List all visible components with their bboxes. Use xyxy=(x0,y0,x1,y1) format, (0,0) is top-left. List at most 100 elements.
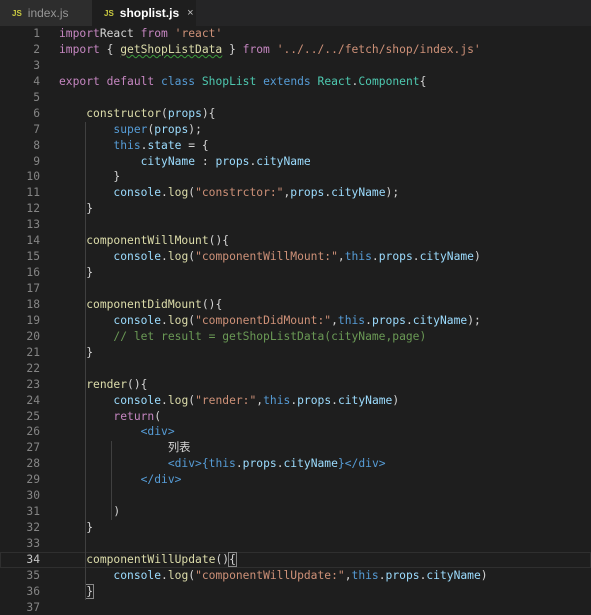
code-token: </div> xyxy=(344,457,386,471)
indent-guide xyxy=(111,440,112,521)
line-number: 35 xyxy=(26,568,40,582)
line-number: 22 xyxy=(26,361,40,375)
line-number: 10 xyxy=(26,170,40,184)
line-number: 8 xyxy=(33,138,40,152)
code-line[interactable]: 4 export default class ShopList extends R… xyxy=(0,74,591,90)
code-line[interactable]: 27 列表 xyxy=(0,440,591,456)
code-token: = { xyxy=(181,138,209,152)
code-token: ( xyxy=(154,409,162,423)
line-number: 25 xyxy=(26,409,40,423)
code-token: Component xyxy=(358,74,420,88)
code-line[interactable]: 31 ) xyxy=(0,504,591,520)
code-line[interactable]: 9 cityName : props.cityName xyxy=(0,154,591,170)
code-line[interactable]: 11 console.log("constrctor:",props.cityN… xyxy=(0,185,591,201)
code-token: . xyxy=(161,393,168,407)
code-token: } xyxy=(222,42,243,56)
close-icon[interactable]: × xyxy=(187,7,193,19)
code-line[interactable]: 14 componentWillMount(){ xyxy=(0,233,591,249)
code-line[interactable]: 26 <div> xyxy=(0,424,591,440)
line-number: 29 xyxy=(26,473,40,487)
code-token: getShopListData xyxy=(120,42,223,56)
line-text: importReact from 'react' xyxy=(59,26,222,42)
code-token: render xyxy=(86,377,128,391)
line-number: 5 xyxy=(33,90,40,104)
code-line[interactable]: 32 } xyxy=(0,520,591,536)
code-line[interactable]: 3 xyxy=(0,58,591,74)
code-token: extends xyxy=(263,74,311,88)
tab-shoplist-js[interactable]: JS shoplist.js × xyxy=(92,0,196,26)
code-line[interactable]: 5 xyxy=(0,90,591,106)
line-text: componentDidMount(){ xyxy=(59,297,222,313)
code-line[interactable]: 22 xyxy=(0,361,591,377)
code-line[interactable]: 7 super(props); xyxy=(0,122,591,138)
code-token: React xyxy=(317,74,352,88)
code-token: from xyxy=(242,42,270,56)
code-token: . xyxy=(365,313,372,327)
line-text: export default class ShopList extends Re… xyxy=(59,74,426,90)
code-token: : xyxy=(195,154,216,168)
code-token: cityName xyxy=(140,154,196,168)
code-token: ) xyxy=(473,250,481,264)
code-line[interactable]: 29 </div> xyxy=(0,472,591,488)
code-line[interactable]: 19 console.log("componentDidMount:",this… xyxy=(0,313,591,329)
code-token: super xyxy=(113,122,148,136)
code-line[interactable]: 37 xyxy=(0,600,591,615)
code-line[interactable]: 10 } xyxy=(0,169,591,185)
code-token: console xyxy=(113,313,162,327)
code-line[interactable]: 34 componentWillUpdate(){ xyxy=(0,551,591,568)
code-token: 'react' xyxy=(174,27,223,40)
code-token: "componentWillUpdate:" xyxy=(195,568,345,582)
line-text: 列表 xyxy=(59,440,191,456)
code-token: props xyxy=(154,122,189,136)
code-line[interactable]: 6 constructor(props){ xyxy=(0,106,591,122)
code-line[interactable]: 2 import { getShopListData } from '../../… xyxy=(0,42,591,58)
code-line[interactable]: 12 } xyxy=(0,201,591,217)
code-token: componentWillMount xyxy=(86,234,209,248)
tab-index-js[interactable]: JS index.js xyxy=(0,0,92,26)
code-line[interactable]: 8 this.state = { xyxy=(0,138,591,154)
code-line[interactable]: 35 console.log("componentWillUpdate:",th… xyxy=(0,568,591,584)
code-token: cityName xyxy=(412,313,468,327)
line-number: 15 xyxy=(26,250,40,264)
code-token: this xyxy=(344,250,372,264)
code-line[interactable]: 1 importReact from 'react' xyxy=(0,26,591,42)
code-line[interactable]: 23 render(){ xyxy=(0,377,591,393)
code-token: console xyxy=(113,250,162,264)
code-token: "componentDidMount:" xyxy=(195,313,332,327)
code-line[interactable]: 30 xyxy=(0,488,591,504)
code-token: } xyxy=(85,583,95,599)
line-text: console.log("componentDidMount:",this.pr… xyxy=(59,313,480,329)
code-line[interactable]: 28 <div>{this.props.cityName}</div> xyxy=(0,456,591,472)
code-line[interactable]: 18 componentDidMount(){ xyxy=(0,297,591,313)
code-token: "constrctor:" xyxy=(195,186,284,200)
code-token: . xyxy=(405,313,413,327)
js-file-icon: JS xyxy=(12,8,22,18)
code-token: console xyxy=(113,186,162,200)
code-token: . xyxy=(161,250,168,264)
line-number: 34 xyxy=(26,552,40,566)
code-line[interactable]: 33 xyxy=(0,536,591,552)
line-number: 24 xyxy=(26,393,40,407)
line-number: 1 xyxy=(33,27,40,40)
code-line[interactable]: 15 console.log("componentWillMount:",thi… xyxy=(0,249,591,265)
code-line[interactable]: 13 xyxy=(0,217,591,233)
code-token: this xyxy=(351,568,379,582)
code-line[interactable]: 17 xyxy=(0,281,591,297)
code-line[interactable]: 24 console.log("render:",this.props.city… xyxy=(0,393,591,409)
code-token: ) xyxy=(480,568,488,582)
code-token: console xyxy=(113,568,162,582)
code-line[interactable]: 25 return( xyxy=(0,409,591,425)
code-line[interactable]: 16 } xyxy=(0,265,591,281)
code-token: } xyxy=(59,202,94,216)
code-line[interactable]: 21 } xyxy=(0,345,591,361)
code-line[interactable]: 20 // let result = getShopListData(cityN… xyxy=(0,329,591,345)
code-token: } xyxy=(337,457,345,471)
code-area[interactable]: 1 importReact from 'react' 2 import { getSh… xyxy=(0,26,591,615)
line-text: } xyxy=(59,201,93,217)
code-line[interactable]: 36 } xyxy=(0,583,591,600)
